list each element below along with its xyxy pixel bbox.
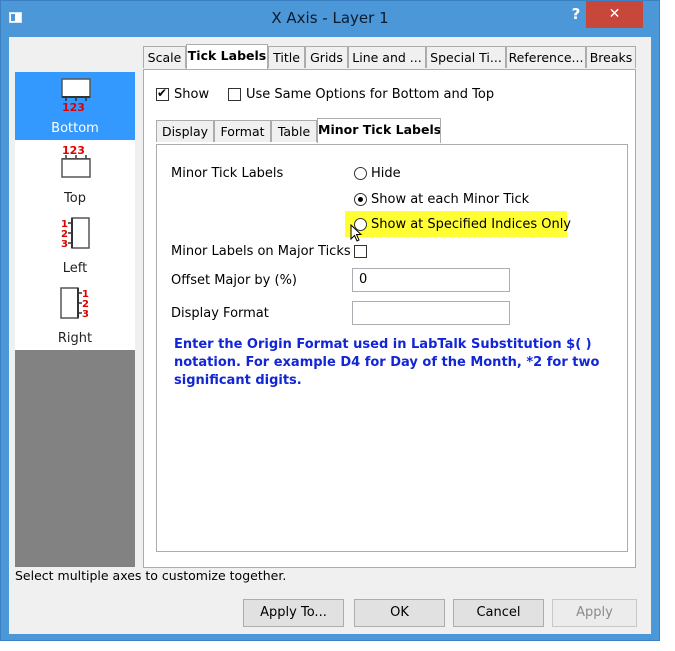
axis-item-bottom[interactable]: 123 Bottom [15,72,135,140]
cancel-button[interactable]: Cancel [453,599,544,627]
title-bar[interactable]: X Axis - Layer 1 ? ✕ [1,1,659,37]
show-label: Show [174,87,210,102]
tab-format[interactable]: Format [214,120,271,142]
axis-selector-list: 123 Bottom 123 Top 1 2 3 Left 1 2 3 Righ… [15,72,135,567]
tab-minor-tick-labels[interactable]: Minor Tick Labels [317,118,441,143]
axis-right-icon: 1 2 3 [60,287,89,320]
same-options-checkbox[interactable] [228,88,241,101]
svg-text:3: 3 [61,239,68,250]
window-title: X Axis - Layer 1 [271,9,389,27]
axis-item-label: Bottom [51,121,99,136]
axis-item-label: Top [64,191,86,206]
tab-display[interactable]: Display [156,120,214,142]
axis-item-left[interactable]: 1 2 3 Left [15,210,135,280]
axis-top-icon: 123 [61,144,91,178]
axis-item-top[interactable]: 123 Top [15,140,135,210]
mouse-cursor-icon [350,224,362,242]
close-button[interactable]: ✕ [586,1,643,28]
format-help-note: Enter the Origin Format used in LabTalk … [174,337,600,388]
tab-table[interactable]: Table [271,120,317,142]
tab-scale[interactable]: Scale [143,46,186,68]
show-checkbox[interactable] [156,86,169,101]
minor-labels-on-major-label: Minor Labels on Major Ticks [171,244,351,259]
radio-hide[interactable] [354,167,367,180]
radio-show-each-minor-label: Show at each Minor Tick [371,192,530,207]
tab-line-and-ticks[interactable]: Line and ... [348,46,426,68]
axis-bottom-icon: 123 [61,78,91,112]
display-format-label: Display Format [171,306,269,321]
svg-text:123: 123 [62,101,85,112]
apply-button[interactable]: Apply [552,599,637,627]
tab-special-ticks[interactable]: Special Ti... [426,46,506,68]
tab-grids[interactable]: Grids [305,46,348,68]
tab-tick-labels[interactable]: Tick Labels [186,44,268,69]
minor-labels-on-major-checkbox[interactable] [354,245,367,258]
ok-button[interactable]: OK [354,599,445,627]
tab-title[interactable]: Title [268,46,305,68]
display-format-input[interactable] [352,301,510,325]
offset-major-input[interactable]: 0 [352,268,510,292]
minor-tick-labels-heading: Minor Tick Labels [171,166,284,181]
axis-item-label: Right [57,331,93,346]
tab-reference-lines[interactable]: Reference... [506,46,586,68]
offset-major-label: Offset Major by (%) [171,273,297,288]
status-text: Select multiple axes to customize togeth… [15,568,287,583]
background-window-edge [660,0,675,651]
svg-text:3: 3 [82,309,89,320]
axis-item-label: Left [62,261,88,276]
axis-item-right[interactable]: 1 2 3 Right [15,280,135,350]
radio-specified-indices-label: Show at Specified Indices Only [371,217,572,232]
radio-hide-label: Hide [371,166,401,181]
axis-left-icon: 1 2 3 [61,217,90,250]
help-button[interactable]: ? [566,3,586,27]
apply-to-button[interactable]: Apply To... [243,599,344,627]
same-options-label: Use Same Options for Bottom and Top [246,87,495,102]
tab-breaks[interactable]: Breaks [586,46,636,68]
radio-show-each-minor[interactable] [354,193,367,206]
